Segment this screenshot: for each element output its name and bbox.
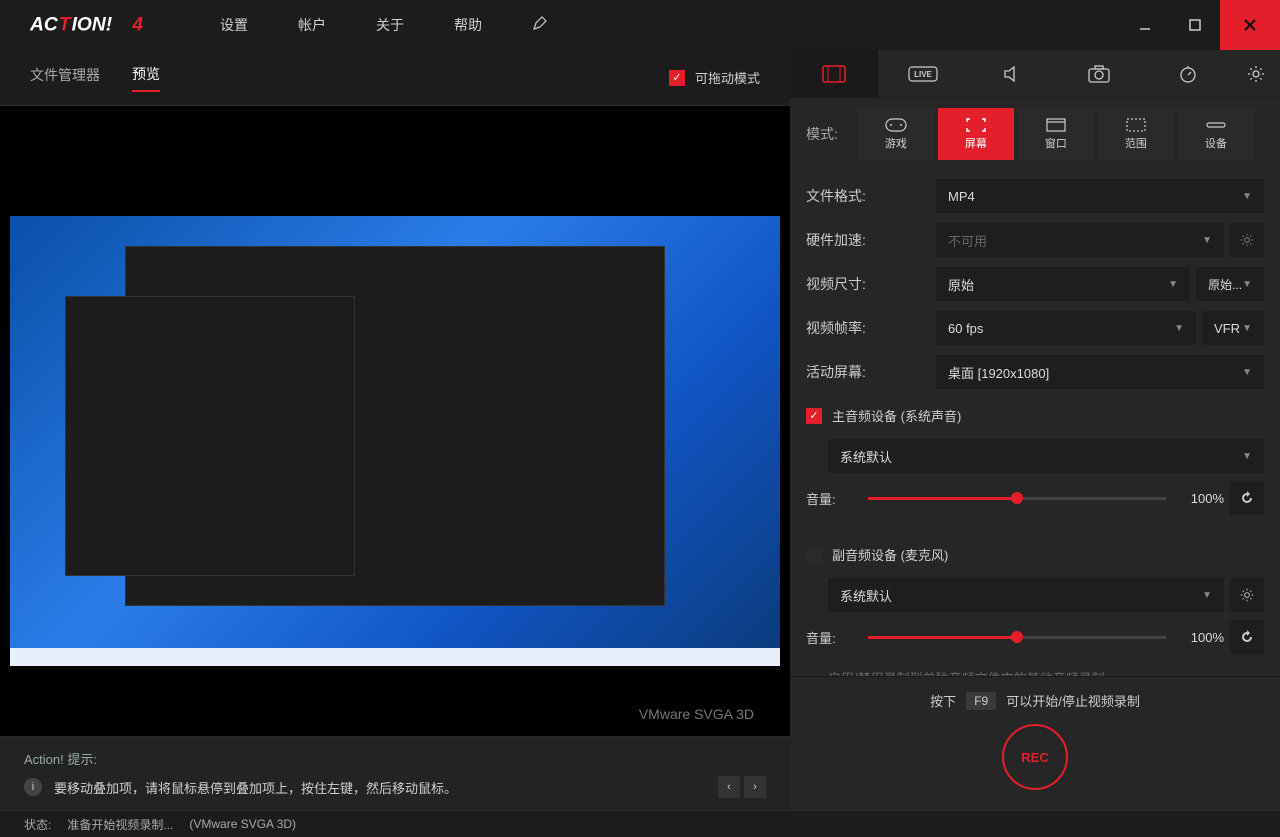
drag-mode-label: 可拖动模式 <box>695 68 760 87</box>
mode-screen[interactable]: 屏幕 <box>938 108 1014 160</box>
rec-hint-pre: 按下 <box>930 691 956 710</box>
preview-device-label: VMware SVGA 3D <box>633 704 760 724</box>
primary-volume-value: 100% <box>1178 491 1224 506</box>
mode-window[interactable]: 窗口 <box>1018 108 1094 160</box>
mode-tab-video[interactable] <box>790 50 878 97</box>
mode-tab-screenshot[interactable] <box>1055 50 1143 97</box>
primary-audio-checkbox[interactable]: ✓ <box>806 408 822 424</box>
mode-tab-timer[interactable] <box>1144 50 1232 97</box>
primary-audio-section: ✓ 主音频设备 (系统声音) 系统默认▼ 音量: 100% <box>806 400 1264 531</box>
status-bar: 状态: 准备开始视频录制... (VMware SVGA 3D) <box>0 810 1280 837</box>
preview-area: VMware SVGA 3D <box>0 106 790 736</box>
secondary-audio-device-select[interactable]: 系统默认▼ <box>828 578 1224 612</box>
fps-select[interactable]: 60 fps▼ <box>936 311 1196 345</box>
tab-file-manager[interactable]: 文件管理器 <box>30 65 100 91</box>
hw-accel-select[interactable]: 不可用▼ <box>936 223 1224 257</box>
tip-title: Action! 提示: <box>24 749 766 768</box>
hw-accel-settings-button[interactable] <box>1230 223 1264 257</box>
status-gpu: (VMware SVGA 3D) <box>189 817 296 831</box>
tip-prev-button[interactable]: ‹ <box>718 776 740 798</box>
menu-help[interactable]: 帮助 <box>454 15 482 35</box>
app-logo: ACTION! 4 <box>30 0 190 50</box>
tip-next-button[interactable]: › <box>744 776 766 798</box>
rec-hotkey: F9 <box>966 692 996 710</box>
menu-account[interactable]: 帐户 <box>298 15 326 35</box>
mode-tab-audio[interactable] <box>967 50 1055 97</box>
secondary-audio-settings-button[interactable] <box>1230 578 1264 612</box>
svg-text:AC: AC <box>30 15 59 36</box>
svg-text:T: T <box>59 15 73 36</box>
active-screen-label: 活动屏幕: <box>806 362 936 382</box>
rec-hint-post: 可以开始/停止视频录制 <box>1006 691 1140 710</box>
mode-tab-settings[interactable] <box>1232 50 1280 97</box>
record-modes: 模式: 游戏 屏幕 窗口 范围 设备 <box>790 98 1280 176</box>
primary-volume-slider[interactable] <box>868 497 1166 500</box>
secondary-volume-value: 100% <box>1178 630 1224 645</box>
file-format-label: 文件格式: <box>806 186 936 206</box>
secondary-volume-label: 音量: <box>806 628 856 647</box>
secondary-audio-section: 副音频设备 (麦克风) 系统默认▼ 音量: 100% 启用/禁用录制到单独音频文… <box>806 539 1264 676</box>
menu-pen-icon[interactable] <box>532 15 548 35</box>
mode-game[interactable]: 游戏 <box>858 108 934 160</box>
tip-bar: Action! 提示: i 要移动叠加项，请将鼠标悬停到叠加项上，按住左键，然后… <box>0 736 790 810</box>
secondary-volume-reset-button[interactable] <box>1230 620 1264 654</box>
mode-device[interactable]: 设备 <box>1178 108 1254 160</box>
active-screen-select[interactable]: 桌面 [1920x1080]▼ <box>936 355 1264 389</box>
menu-about[interactable]: 关于 <box>376 15 404 35</box>
status-text: 准备开始视频录制... <box>67 816 173 833</box>
tip-text: 要移动叠加项，请将鼠标悬停到叠加项上，按住左键，然后移动鼠标。 <box>54 778 457 797</box>
video-size-label: 视频尺寸: <box>806 274 936 294</box>
window-buttons <box>1120 0 1280 50</box>
primary-audio-label: 主音频设备 (系统声音) <box>832 406 961 425</box>
svg-text:LIVE: LIVE <box>914 70 932 79</box>
primary-audio-device-select[interactable]: 系统默认▼ <box>828 439 1264 473</box>
maximize-button[interactable] <box>1170 0 1220 50</box>
secondary-audio-checkbox[interactable] <box>806 547 822 563</box>
record-footer: 按下 F9 可以开始/停止视频录制 REC <box>790 676 1280 810</box>
secondary-volume-slider[interactable] <box>868 636 1166 639</box>
mode-region[interactable]: 范围 <box>1098 108 1174 160</box>
preview-screenshot <box>10 216 780 666</box>
video-size-secondary-select[interactable]: 原始...▼ <box>1196 267 1264 301</box>
secondary-audio-label: 副音频设备 (麦克风) <box>832 545 948 564</box>
video-size-select[interactable]: 原始▼ <box>936 267 1190 301</box>
fps-mode-select[interactable]: VFR▼ <box>1202 311 1264 345</box>
info-icon: i <box>24 778 42 796</box>
top-mode-tabs: LIVE <box>790 50 1280 98</box>
titlebar: ACTION! 4 设置 帐户 关于 帮助 <box>0 0 1280 50</box>
svg-text:4: 4 <box>131 15 143 36</box>
hw-accel-label: 硬件加速: <box>806 230 936 250</box>
status-label: 状态: <box>24 816 51 833</box>
minimize-button[interactable] <box>1120 0 1170 50</box>
svg-text:ION!: ION! <box>72 15 113 36</box>
close-button[interactable] <box>1220 0 1280 50</box>
mode-tab-live[interactable]: LIVE <box>878 50 966 97</box>
fps-label: 视频帧率: <box>806 318 936 338</box>
record-button[interactable]: REC <box>1002 724 1068 790</box>
main-menu: 设置 帐户 关于 帮助 <box>220 15 548 35</box>
left-tabs: 文件管理器 预览 ✓ 可拖动模式 <box>0 50 790 106</box>
file-format-select[interactable]: MP4▼ <box>936 179 1264 213</box>
drag-mode-checkbox[interactable]: ✓ <box>669 70 685 86</box>
tab-preview[interactable]: 预览 <box>132 64 160 92</box>
record-modes-label: 模式: <box>806 124 838 144</box>
menu-settings[interactable]: 设置 <box>220 15 248 35</box>
primary-volume-reset-button[interactable] <box>1230 481 1264 515</box>
extra-audio-hint: 启用/禁用录制到单独音频文件中的其他音频录制 <box>806 662 1264 676</box>
settings-panel: 文件格式: MP4▼ 硬件加速: 不可用▼ 视频尺寸: 原始▼ 原始...▼ 视… <box>790 176 1280 676</box>
primary-volume-label: 音量: <box>806 489 856 508</box>
